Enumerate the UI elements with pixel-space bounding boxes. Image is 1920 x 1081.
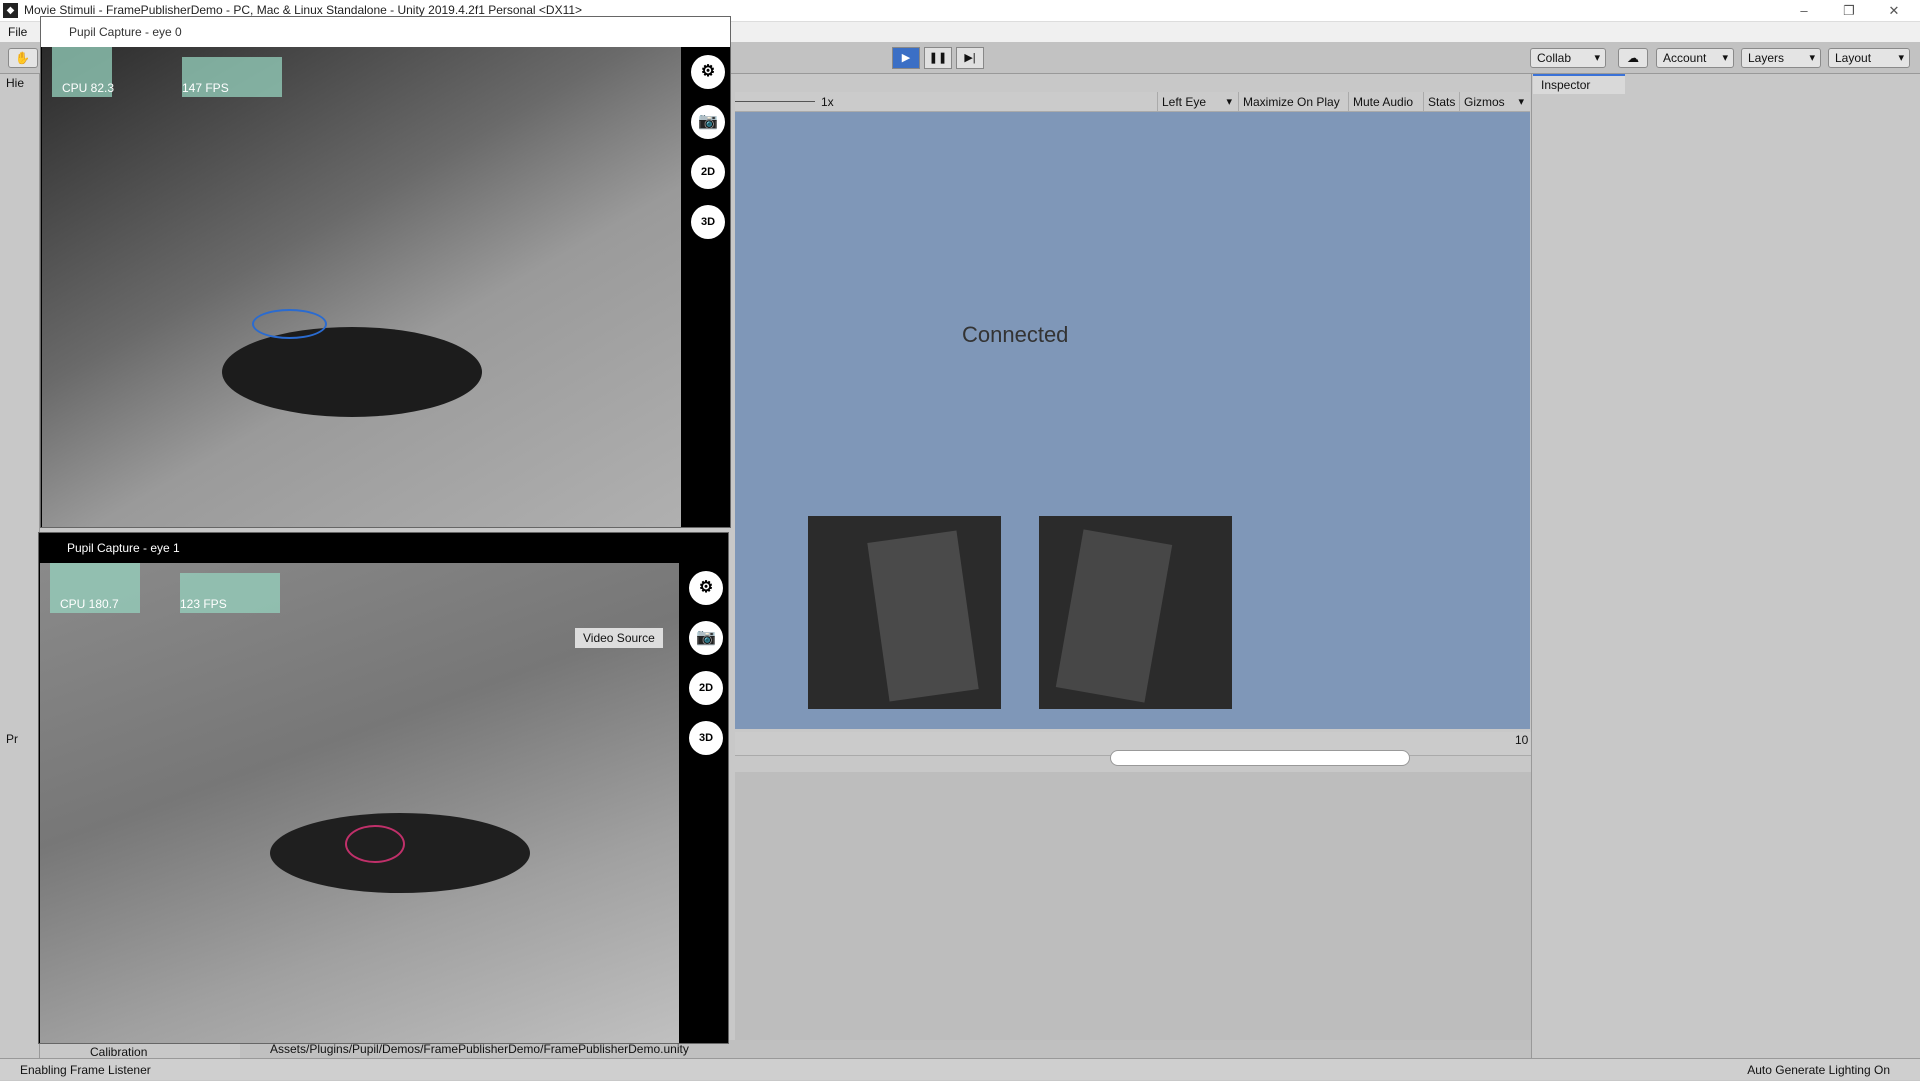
status-bar: Enabling Frame Listener Auto Generate Li…: [0, 1058, 1920, 1080]
unity-logo-icon: ◆: [3, 3, 18, 18]
project-content[interactable]: [735, 772, 1531, 1058]
cloud-icon[interactable]: ☁: [1618, 48, 1648, 68]
close-icon[interactable]: ✕: [1874, 0, 1914, 22]
video-source-tooltip: Video Source: [575, 628, 663, 648]
layers-button[interactable]: Layers: [1741, 48, 1821, 68]
detect-3d-icon[interactable]: 3D: [689, 721, 723, 755]
eye0-cpu: CPU 82.3: [62, 81, 115, 95]
scale-slider[interactable]: [735, 101, 815, 102]
eye0-iris: [222, 327, 482, 417]
inspector-tab[interactable]: Inspector: [1533, 74, 1625, 94]
eye0-fps: 147 FPS: [182, 81, 229, 95]
restore-icon[interactable]: ❐: [1829, 0, 1869, 22]
game-view-toolbar: 1x Left Eye Maximize On Play Mute Audio …: [735, 92, 1530, 112]
eye1-title-bar: Pupil Capture - eye 1: [39, 533, 728, 563]
unity-window-title: Movie Stimuli - FramePublisherDemo - PC,…: [24, 3, 583, 17]
eye0-pupil-ellipse: [252, 309, 327, 339]
pause-icon[interactable]: ❚❚: [924, 47, 952, 69]
play-icon[interactable]: ▶: [892, 47, 920, 69]
inspector-panel: [1531, 74, 1920, 1058]
eye1-camera-view: CPU 180.7 123 FPS Video Source: [40, 563, 679, 1043]
left-panel: Hie Pr: [0, 74, 40, 1058]
camera-icon[interactable]: 📷: [691, 105, 725, 139]
eye1-pupil-ellipse: [345, 825, 405, 863]
maximize-on-play-button[interactable]: Maximize On Play: [1238, 92, 1344, 112]
eye1-cpu: CPU 180.7: [60, 597, 119, 611]
lighting-status: Auto Generate Lighting On: [1747, 1063, 1890, 1077]
eye0-camera-view: CPU 82.3 147 FPS: [42, 47, 681, 527]
eye-select-dropdown[interactable]: Left Eye: [1157, 92, 1237, 112]
calibration-folder[interactable]: Calibration: [90, 1045, 147, 1059]
detect-2d-icon[interactable]: 2D: [689, 671, 723, 705]
detect-2d-icon[interactable]: 2D: [691, 155, 725, 189]
hidden-count: 10: [1515, 733, 1529, 747]
gear-icon[interactable]: ⚙: [689, 571, 723, 605]
pupil-eye1-window: Pupil Capture - eye 1 CPU 180.7 123 FPS …: [38, 532, 729, 1044]
detect-3d-icon[interactable]: 3D: [691, 205, 725, 239]
account-button[interactable]: Account: [1656, 48, 1734, 68]
step-icon[interactable]: ▶|: [956, 47, 984, 69]
eye0-title-bar: Pupil Capture - eye 0: [41, 17, 730, 47]
menu-file[interactable]: File: [8, 25, 27, 39]
eye0-thumbnail: [808, 516, 1001, 709]
eye1-fps: 123 FPS: [180, 597, 227, 611]
status-message: Enabling Frame Listener: [20, 1063, 151, 1077]
zoom-label: 1x: [821, 95, 834, 109]
minimize-icon[interactable]: –: [1784, 0, 1824, 22]
hand-tool-icon[interactable]: ✋: [8, 48, 38, 68]
gear-icon[interactable]: ⚙: [691, 55, 725, 89]
project-search-input[interactable]: [1110, 750, 1410, 766]
eye1-thumb-shape: [1055, 529, 1173, 703]
connection-status: Connected: [962, 322, 1069, 347]
camera-icon[interactable]: 📷: [689, 621, 723, 655]
pupil-eye0-window: Pupil Capture - eye 0 CPU 82.3 147 FPS ⚙…: [40, 16, 731, 528]
collab-button[interactable]: Collab: [1530, 48, 1606, 68]
hierarchy-tab[interactable]: Hie: [6, 76, 24, 90]
stats-button[interactable]: Stats: [1423, 92, 1459, 112]
eye1-thumbnail: [1039, 516, 1232, 709]
gizmos-button[interactable]: Gizmos: [1459, 92, 1529, 112]
layout-button[interactable]: Layout: [1828, 48, 1910, 68]
eye0-thumb-shape: [867, 530, 979, 702]
mute-audio-button[interactable]: Mute Audio: [1348, 92, 1417, 112]
project-tab[interactable]: Pr: [6, 732, 18, 746]
